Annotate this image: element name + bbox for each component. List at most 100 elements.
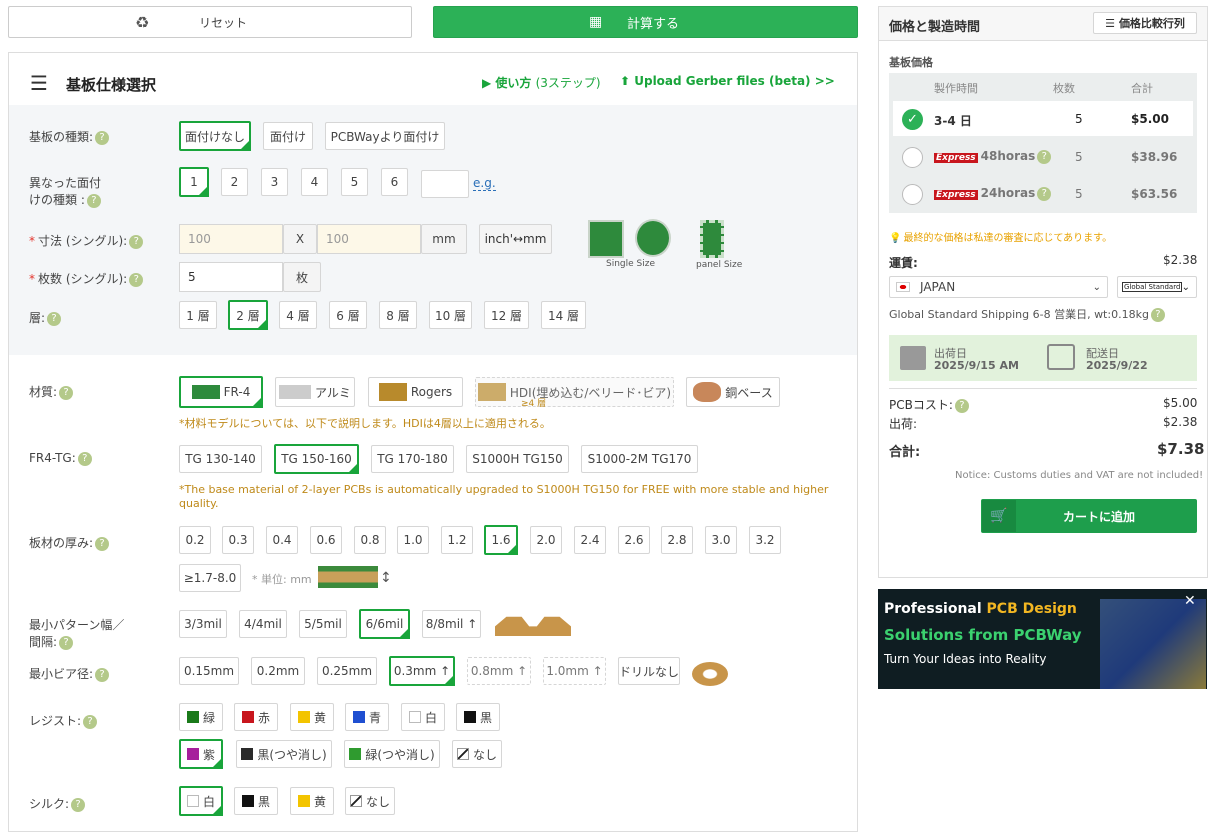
thickness-option-custom[interactable]: ≥1.7-8.0 xyxy=(179,564,241,592)
design-count-5[interactable]: 5 xyxy=(341,168,368,196)
via-0-15[interactable]: 0.15mm xyxy=(179,657,239,685)
material-aluminum[interactable]: アルミ xyxy=(275,377,355,407)
trace-4-4[interactable]: 4/4mil xyxy=(239,610,287,638)
close-icon[interactable]: ✕ xyxy=(1184,593,1196,609)
trace-6-6[interactable]: 6/6mil xyxy=(359,609,410,639)
material-fr4[interactable]: FR-4 xyxy=(179,376,263,408)
layer-option[interactable]: 2 層 xyxy=(228,300,268,330)
thickness-option[interactable]: 2.8 xyxy=(661,526,693,554)
resist-option[interactable]: なし xyxy=(452,740,502,768)
help-icon[interactable]: ? xyxy=(59,635,74,650)
add-to-cart-button[interactable]: 🛒 カートに追加 xyxy=(981,499,1197,533)
via-no-drill[interactable]: ドリルなし xyxy=(618,657,680,685)
resist-option[interactable]: 黒 xyxy=(456,703,500,731)
via-1-0[interactable]: 1.0mm ↑ xyxy=(543,657,606,685)
carrier-select[interactable]: Global Standard ⌄ xyxy=(1117,276,1197,298)
country-select[interactable]: JAPAN ⌄ xyxy=(889,276,1108,298)
board-type-panel[interactable]: 面付け xyxy=(263,122,313,150)
trace-8-8[interactable]: 8/8mil ↑ xyxy=(422,610,481,638)
layer-option[interactable]: 6 層 xyxy=(329,301,367,329)
thickness-option[interactable]: 0.8 xyxy=(354,526,386,554)
via-0-3[interactable]: 0.3mm ↑ xyxy=(389,656,455,686)
thickness-option[interactable]: 3.0 xyxy=(705,526,737,554)
design-count-2[interactable]: 2 xyxy=(221,168,248,196)
layer-option[interactable]: 8 層 xyxy=(379,301,417,329)
qty-input[interactable]: 5 xyxy=(179,262,283,292)
resist-option[interactable]: 赤 xyxy=(234,703,278,731)
size-y-input[interactable]: 100 xyxy=(317,224,421,254)
price-compare-button[interactable]: ☰ 価格比較行列 xyxy=(1093,12,1197,34)
radio-checked-icon[interactable]: ✓ xyxy=(902,109,923,130)
board-type-single[interactable]: 面付けなし xyxy=(179,121,251,151)
thickness-option[interactable]: 0.6 xyxy=(310,526,342,554)
thickness-option[interactable]: 1.2 xyxy=(441,526,473,554)
thickness-option[interactable]: 0.3 xyxy=(222,526,254,554)
tg-s1000-2m[interactable]: S1000-2M TG170 xyxy=(581,445,698,473)
via-0-8[interactable]: 0.8mm ↑ xyxy=(467,657,531,685)
board-type-pcbway-panel[interactable]: PCBWayより面付け xyxy=(325,122,445,150)
thickness-option[interactable]: 2.4 xyxy=(574,526,606,554)
upload-gerber-link[interactable]: ⬆ Upload Gerber files (beta) >> xyxy=(620,74,835,88)
via-0-2[interactable]: 0.2mm xyxy=(251,657,305,685)
trace-3-3[interactable]: 3/3mil xyxy=(179,610,227,638)
thickness-option[interactable]: 3.2 xyxy=(749,526,781,554)
thickness-option[interactable]: 2.0 xyxy=(530,526,562,554)
eg-link[interactable]: e.g. xyxy=(473,176,496,191)
help-icon[interactable]: ? xyxy=(95,536,110,551)
help-icon[interactable]: ? xyxy=(47,311,62,326)
via-0-25[interactable]: 0.25mm xyxy=(317,657,377,685)
layer-option[interactable]: 14 層 xyxy=(541,301,586,329)
thickness-option[interactable]: 1.6 xyxy=(484,525,518,555)
radio-unchecked[interactable] xyxy=(902,184,923,205)
calculate-button[interactable]: ▦ 計算する xyxy=(433,6,858,38)
size-x-input[interactable]: 100 xyxy=(179,224,283,254)
design-count-4[interactable]: 4 xyxy=(301,168,328,196)
resist-option[interactable]: 緑(つや消し) xyxy=(344,740,440,768)
design-count-6[interactable]: 6 xyxy=(381,168,408,196)
thickness-option[interactable]: 0.2 xyxy=(179,526,211,554)
thickness-option[interactable]: 0.4 xyxy=(266,526,298,554)
reset-button[interactable]: ♻ リセット xyxy=(8,6,412,38)
layer-option[interactable]: 12 層 xyxy=(484,301,529,329)
help-icon[interactable]: ? xyxy=(71,797,86,812)
help-icon[interactable]: ? xyxy=(95,667,110,682)
layer-option[interactable]: 4 層 xyxy=(279,301,317,329)
help-icon[interactable]: ? xyxy=(77,451,92,466)
silk-option[interactable]: 黒 xyxy=(234,787,278,815)
silk-option[interactable]: 白 xyxy=(179,786,223,816)
radio-unchecked[interactable] xyxy=(902,147,923,168)
resist-option[interactable]: 白 xyxy=(401,703,445,731)
help-icon[interactable]: ? xyxy=(1037,186,1052,201)
help-icon[interactable]: ? xyxy=(83,714,98,729)
design-count-custom-input[interactable] xyxy=(421,170,469,198)
tg-130-140[interactable]: TG 130-140 xyxy=(179,445,262,473)
design-count-1[interactable]: 1 xyxy=(179,167,209,197)
help-icon[interactable]: ? xyxy=(86,193,101,208)
tg-170-180[interactable]: TG 170-180 xyxy=(371,445,454,473)
help-icon[interactable]: ? xyxy=(954,398,969,413)
help-icon[interactable]: ? xyxy=(1037,149,1052,164)
material-hdi[interactable]: HDI(埋め込む/ベリード･ビア) ≥4 層 xyxy=(475,377,674,409)
unit-toggle-button[interactable]: inch'↔mm xyxy=(479,224,552,254)
resist-option[interactable]: 緑 xyxy=(179,703,223,731)
tg-150-160[interactable]: TG 150-160 xyxy=(274,444,359,474)
thickness-option[interactable]: 2.6 xyxy=(618,526,650,554)
thickness-option[interactable]: 1.0 xyxy=(397,526,429,554)
help-icon[interactable]: ? xyxy=(129,272,144,287)
layer-option[interactable]: 1 層 xyxy=(179,301,217,329)
help-icon[interactable]: ? xyxy=(129,234,144,249)
resist-option[interactable]: 黄 xyxy=(290,703,334,731)
ad-banner[interactable]: Professional PCB Design Solutions from P… xyxy=(878,589,1207,689)
material-copper[interactable]: 銅ベース xyxy=(686,377,780,407)
silk-option[interactable]: なし xyxy=(345,787,395,815)
howto-link[interactable]: ▶ 使い方 (3ステップ) xyxy=(482,74,601,91)
help-icon[interactable]: ? xyxy=(59,385,74,400)
help-icon[interactable]: ? xyxy=(95,130,110,145)
design-count-3[interactable]: 3 xyxy=(261,168,288,196)
tg-s1000h[interactable]: S1000H TG150 xyxy=(466,445,569,473)
resist-option[interactable]: 黒(つや消し) xyxy=(236,740,332,768)
help-icon[interactable]: ? xyxy=(1150,308,1165,322)
silk-option[interactable]: 黄 xyxy=(290,787,334,815)
trace-5-5[interactable]: 5/5mil xyxy=(299,610,347,638)
resist-option[interactable]: 紫 xyxy=(179,739,223,769)
